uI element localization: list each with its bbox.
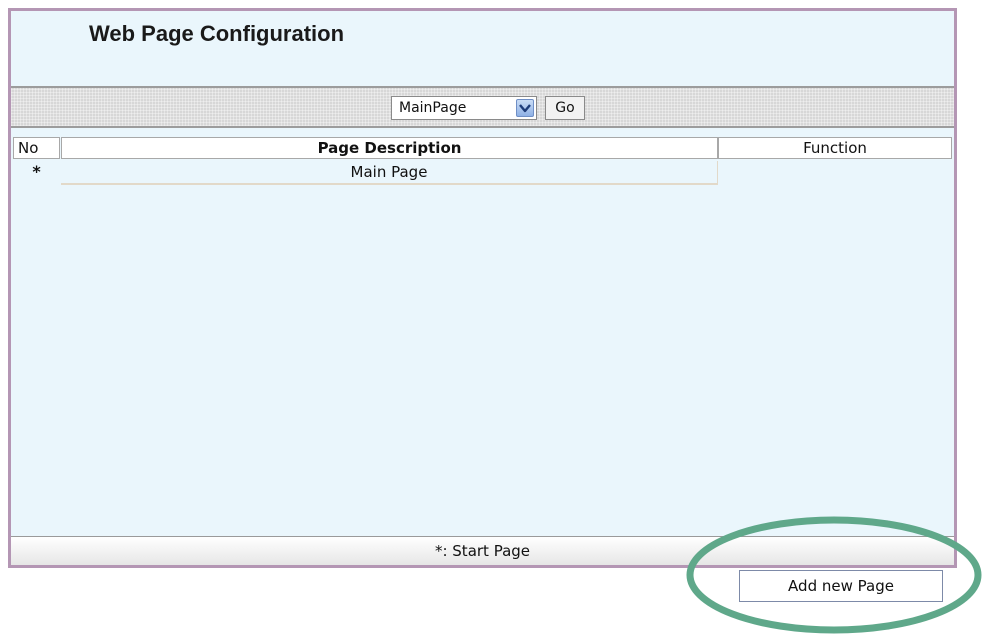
go-button[interactable]: Go [545,96,585,120]
page-title: Web Page Configuration [89,21,345,46]
row-start-marker: * [32,162,41,181]
page-select-toolbar: MainPage Go [11,86,954,128]
column-header-function: Function [718,137,952,159]
column-header-description: Page Description [61,137,718,159]
start-page-legend: *: Start Page [11,536,954,565]
column-header-no: No [13,137,60,159]
screen: Web Page Configuration MainPage Go No Pa… [0,0,991,642]
chevron-down-icon[interactable] [516,99,534,117]
column-header-no-label: No [18,139,39,157]
add-new-page-button[interactable]: Add new Page [739,570,943,602]
web-page-configuration-panel: Web Page Configuration MainPage Go No Pa… [8,8,957,568]
row-page-description[interactable]: Main Page [61,161,718,185]
page-select-value: MainPage [399,100,467,116]
page-select-dropdown[interactable]: MainPage [391,96,537,120]
